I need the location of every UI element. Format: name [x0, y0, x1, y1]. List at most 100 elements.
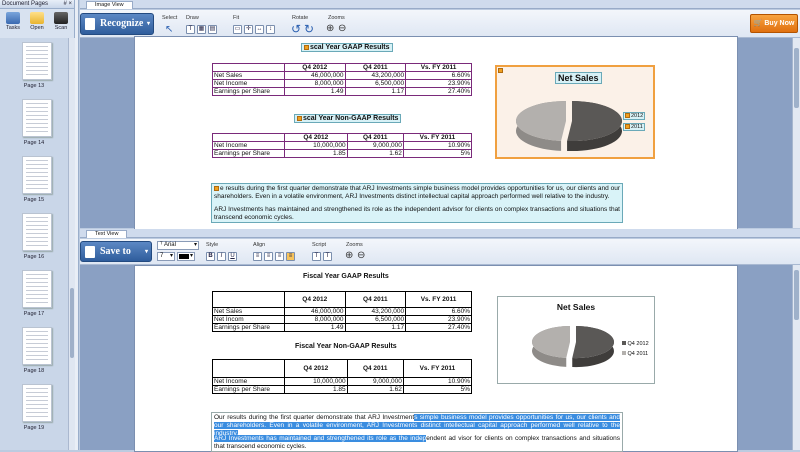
- fit-width-icon[interactable]: ↔: [255, 25, 264, 34]
- superscript-icon[interactable]: T: [312, 252, 321, 261]
- align-center-icon[interactable]: ≡: [264, 252, 273, 261]
- table-cell: 6.60%: [405, 71, 472, 80]
- font-select[interactable]: ᵀ Arial ▾: [157, 241, 199, 250]
- scrollbar-thumb[interactable]: [70, 288, 74, 358]
- thumbnail-scrollbar[interactable]: [68, 38, 75, 450]
- table-row: Earnings per Share 1.49 1.17 27.40%: [212, 323, 472, 332]
- fit-actual-icon[interactable]: ✛: [244, 25, 253, 34]
- text-nongaap-table[interactable]: Q4 2012 Q4 2011 Vs. FY 2011 Net Income 10,0…: [212, 359, 473, 394]
- table-header: Q4 2011: [344, 291, 407, 308]
- zoom-in-icon[interactable]: ⊕: [345, 250, 353, 261]
- image-scrollbar[interactable]: [792, 38, 800, 228]
- chevron-down-icon: ▾: [146, 21, 150, 27]
- text-paragraph-region[interactable]: Our results during the first quarter dem…: [211, 412, 623, 452]
- image-paragraph-region[interactable]: e results during the first quarter demon…: [211, 183, 623, 223]
- align-group-label: Align: [253, 242, 266, 248]
- text-chart-frame[interactable]: Net Sales Q4 2012 Q4 2011: [497, 296, 655, 384]
- image-legend-item: 2012: [623, 112, 646, 120]
- rotate-left-icon[interactable]: ↺: [291, 22, 301, 36]
- bold-icon[interactable]: B: [206, 252, 215, 261]
- page-thumbnail-label: Page 16: [23, 254, 45, 260]
- rotate-right-icon[interactable]: ↻: [304, 22, 314, 36]
- zoom-out-icon[interactable]: ⊖: [338, 23, 346, 34]
- table-cell: Net Sales: [212, 307, 285, 316]
- font-size-select[interactable]: 7 ▾: [157, 252, 175, 261]
- chevron-down-icon: ▾: [193, 242, 197, 248]
- zoom-in-icon[interactable]: ⊕: [326, 23, 334, 34]
- buy-now-button[interactable]: 🛒 Buy Now: [750, 14, 798, 33]
- table-cell: [212, 291, 285, 308]
- legend-swatch: [622, 351, 626, 355]
- table-cell: [212, 359, 285, 378]
- image-nongaap-title[interactable]: scal Year Non-GAAP Results: [294, 114, 402, 123]
- fit-group-label: Fit: [233, 15, 240, 21]
- scan-button[interactable]: Scan: [50, 12, 72, 31]
- region-marker-icon: [297, 115, 302, 121]
- save-to-button[interactable]: Save to ▾: [80, 241, 152, 262]
- page-thumbnail-label: Page 13: [23, 83, 45, 89]
- panel-controls[interactable]: # ×: [63, 0, 72, 9]
- table-cell: Earnings per Share: [212, 149, 285, 158]
- panel-splitter[interactable]: [75, 0, 79, 450]
- image-gaap-title[interactable]: scal Year GAAP Results: [301, 43, 393, 52]
- page-thumbnail[interactable]: [22, 156, 52, 194]
- underline-icon[interactable]: U: [228, 252, 237, 261]
- subscript-icon[interactable]: T: [323, 252, 332, 261]
- image-legend-item: 2011: [623, 123, 645, 131]
- image-chart-region[interactable]: Net Sales 2012 2011: [495, 65, 655, 159]
- table-header: Vs. FY 2011: [405, 63, 472, 72]
- draw-text-icon[interactable]: T: [186, 25, 195, 34]
- recognize-button[interactable]: Recognize ▾: [80, 13, 154, 35]
- table-cell: Net Income: [212, 141, 285, 150]
- page-thumbnail[interactable]: [22, 270, 52, 308]
- page-thumbnail[interactable]: [22, 99, 52, 137]
- table-header: Vs. FY 2011: [405, 291, 472, 308]
- text-paragraph-2[interactable]: ARJ Investments has maintained and stren…: [214, 435, 620, 451]
- image-nongaap-table[interactable]: Q4 2012 Q4 2011 Vs. FY 2011 Net Income 10,0…: [212, 133, 473, 158]
- table-cell: 6,500,000: [344, 315, 407, 324]
- scrollbar-thumb[interactable]: [794, 270, 799, 320]
- page-thumbnail[interactable]: [22, 327, 52, 365]
- open-button[interactable]: Open: [26, 12, 48, 31]
- page-thumbnail[interactable]: [22, 42, 52, 80]
- text-scrollbar[interactable]: [792, 265, 800, 450]
- align-left-icon[interactable]: ≡: [253, 252, 262, 261]
- text-gaap-table[interactable]: Q4 2012 Q4 2011 Vs. FY 2011 Net Sales 46,00…: [212, 291, 472, 332]
- draw-table-icon[interactable]: ▤: [208, 25, 217, 34]
- draw-image-icon[interactable]: ▦: [197, 25, 206, 34]
- font-color-select[interactable]: ▾: [177, 252, 195, 261]
- align-right-icon[interactable]: ≡: [275, 252, 284, 261]
- table-cell: 6.60%: [405, 307, 472, 316]
- table-cell: 1.62: [346, 149, 404, 158]
- tasks-button[interactable]: Tasks: [2, 12, 24, 31]
- text-page: Fiscal Year GAAP Results Q4 2012 Q4 2011 V…: [134, 265, 738, 452]
- fit-page-icon[interactable]: ▭: [233, 25, 242, 34]
- tab-text-view[interactable]: Text View: [86, 230, 128, 238]
- image-gaap-table[interactable]: Q4 2012 Q4 2011 Vs. FY 2011 Net Sales 46,00…: [212, 63, 472, 96]
- region-marker-icon: [214, 185, 219, 191]
- fit-height-icon[interactable]: ↕: [266, 25, 275, 34]
- page-thumbnail[interactable]: [22, 384, 52, 422]
- table-row: Q4 2012 Q4 2011 Vs. FY 2011: [212, 359, 473, 378]
- folder-icon: [30, 12, 44, 24]
- tab-image-view[interactable]: Image View: [86, 1, 133, 9]
- page-thumbnail-label: Page 15: [23, 197, 45, 203]
- zoom-out-icon[interactable]: ⊖: [357, 250, 365, 261]
- table-cell: 1.49: [284, 87, 346, 96]
- tasks-label: Tasks: [5, 25, 21, 31]
- text-document-area: Fiscal Year GAAP Results Q4 2012 Q4 2011 V…: [80, 265, 792, 452]
- italic-icon[interactable]: I: [217, 252, 226, 261]
- pointer-icon[interactable]: ↖: [165, 24, 173, 35]
- table-row: Earnings per Share 1.49 1.17 27.40%: [212, 87, 472, 96]
- scrollbar-thumb[interactable]: [794, 48, 799, 108]
- table-cell: [212, 63, 285, 72]
- align-justify-icon[interactable]: ≡: [286, 252, 295, 261]
- legend-label: Q4 2011: [627, 351, 649, 357]
- text-gaap-title[interactable]: Fiscal Year GAAP Results: [303, 273, 389, 280]
- page-thumbnail-label: Page 14: [23, 140, 45, 146]
- table-header: Q4 2012: [284, 359, 348, 378]
- image-paragraph-1-text: e results during the first quarter demon…: [214, 185, 620, 200]
- page-thumbnail[interactable]: [22, 213, 52, 251]
- image-paragraph-2: ARJ Investments has maintained and stren…: [214, 206, 620, 221]
- text-nongaap-title[interactable]: Fiscal Year Non-GAAP Results: [295, 343, 397, 350]
